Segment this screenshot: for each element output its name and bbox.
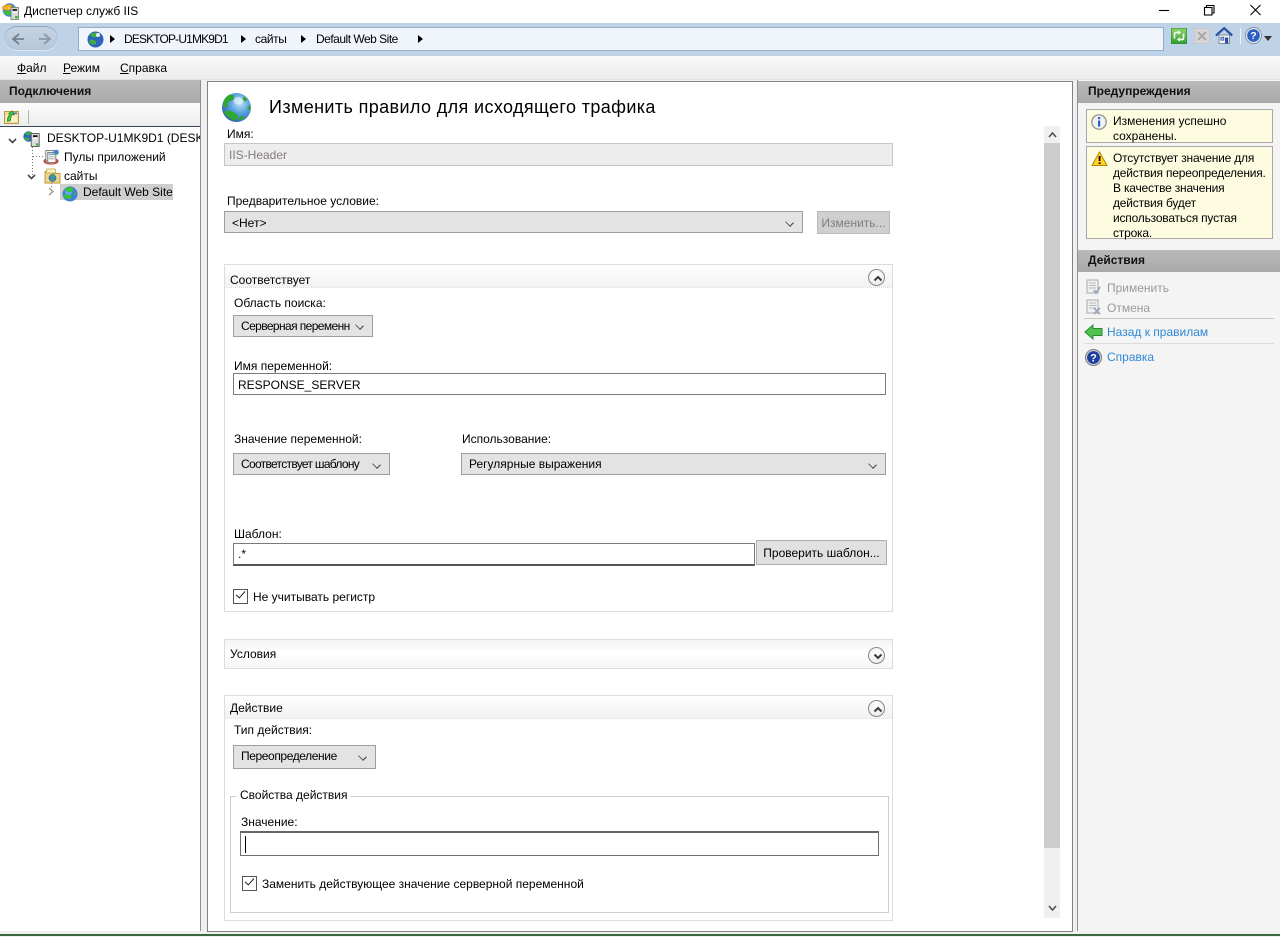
svg-text:?: ? xyxy=(1250,30,1256,42)
svg-text:?: ? xyxy=(1090,353,1097,365)
